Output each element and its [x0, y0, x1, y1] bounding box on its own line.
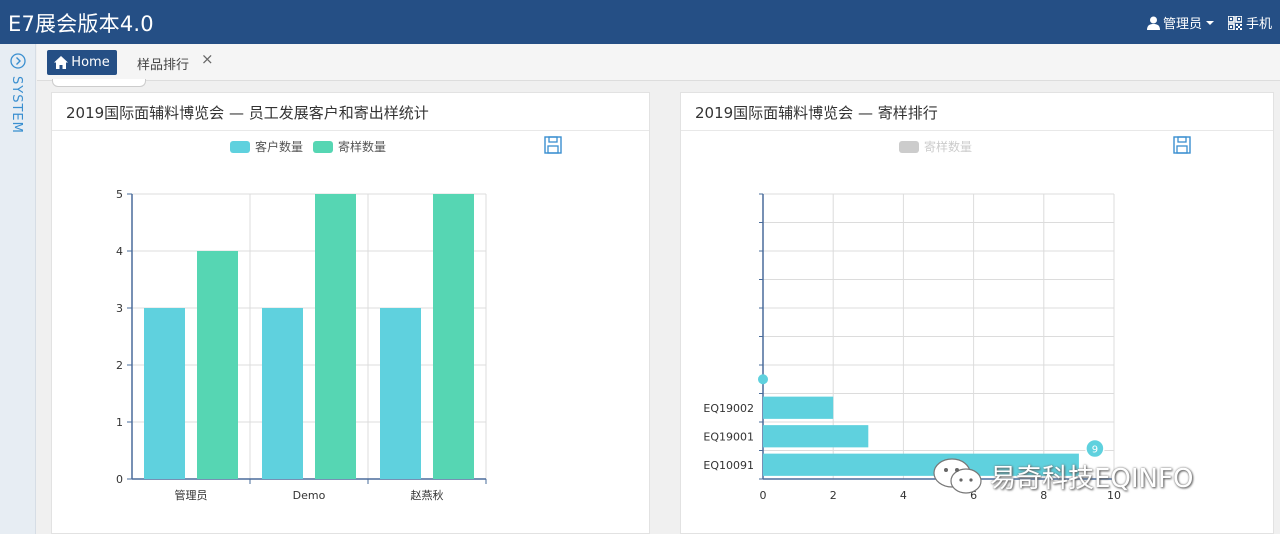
- tab-home-label: Home: [71, 55, 110, 70]
- bar: [380, 308, 421, 479]
- top-right-menu: 管理员 手机: [1133, 13, 1272, 32]
- axis-marker: [758, 374, 768, 385]
- user-icon: [1146, 16, 1160, 30]
- y-tick-label: EQ19001: [703, 430, 754, 443]
- tab-home[interactable]: Home: [47, 50, 117, 75]
- bar: [197, 251, 238, 479]
- tab-bar: Home 样品排行 ×: [37, 44, 1280, 81]
- tab-sample-ranking[interactable]: 样品排行: [137, 54, 189, 73]
- x-tick-label: 2: [830, 489, 837, 502]
- sidebar-label[interactable]: SYSTEM: [9, 76, 24, 134]
- top-navbar: E7展会版本4.0 管理员 手机: [0, 0, 1280, 44]
- y-tick-label: 2: [116, 359, 123, 372]
- qrcode-icon: [1227, 15, 1242, 30]
- y-tick-label: 0: [116, 473, 123, 486]
- chevron-down-icon: [1205, 20, 1214, 25]
- x-tick-label: 赵燕秋: [411, 488, 444, 502]
- close-icon[interactable]: ×: [201, 50, 214, 68]
- chevron-right-circle-icon[interactable]: [10, 53, 26, 69]
- bar: [262, 308, 303, 479]
- home-icon: [54, 56, 69, 69]
- bar-chart-staff: 0 1 2 3 4 5 管理员 Demo 赵燕秋: [116, 188, 487, 502]
- x-tick-label: 0: [760, 489, 767, 502]
- y-tick-label: 3: [116, 302, 123, 315]
- toolbar-pill[interactable]: [52, 79, 146, 87]
- y-tick-label: EQ10091: [703, 459, 754, 472]
- user-name: 管理员: [1162, 17, 1202, 32]
- y-tick-label: EQ19002: [703, 402, 754, 415]
- bar: [315, 194, 356, 479]
- user-menu[interactable]: 管理员: [1146, 13, 1214, 32]
- watermark-text: 易奇科技EQINFO: [990, 463, 1194, 494]
- mobile-label: 手机: [1245, 17, 1272, 32]
- x-tick-label: 4: [900, 489, 907, 502]
- value-badge-label: 9: [1092, 445, 1098, 456]
- mobile-link[interactable]: 手机: [1227, 13, 1272, 32]
- watermark: 易奇科技EQINFO: [932, 456, 1242, 496]
- sidebar-collapsed[interactable]: SYSTEM: [0, 44, 36, 534]
- x-tick-label: Demo: [293, 489, 326, 502]
- y-tick-label: 1: [116, 416, 123, 429]
- y-tick-label: 4: [116, 245, 123, 258]
- bar: [144, 308, 185, 479]
- bar: [763, 425, 869, 448]
- y-tick-label: 5: [116, 188, 123, 201]
- bar: [763, 396, 834, 419]
- bar: [433, 194, 474, 479]
- panel-staff-stats: 2019国际面辅料博览会 — 员工发展客户和寄出样统计 客户数量 寄样数量 01…: [51, 92, 650, 534]
- wechat-icon: [933, 458, 982, 494]
- x-tick-label: 管理员: [175, 488, 208, 502]
- app-title[interactable]: E7展会版本4.0: [8, 8, 154, 38]
